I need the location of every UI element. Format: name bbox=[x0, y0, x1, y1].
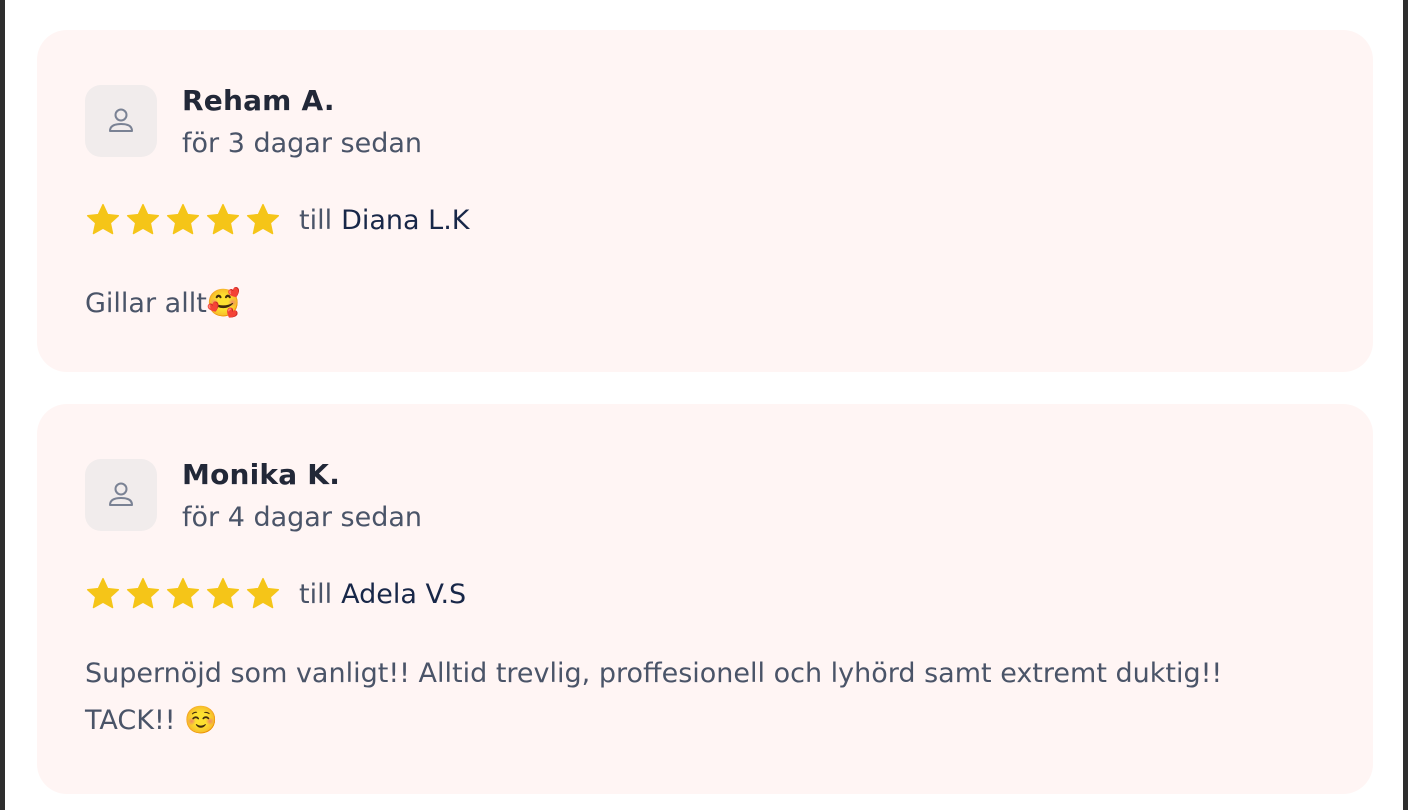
star-icon bbox=[165, 202, 201, 238]
user-icon bbox=[107, 480, 135, 510]
review-text: Gillar allt🥰 bbox=[85, 288, 241, 319]
avatar bbox=[85, 459, 157, 531]
star-icon bbox=[205, 576, 241, 612]
review-time: för 3 dagar sedan bbox=[182, 128, 422, 159]
star-icon bbox=[85, 202, 121, 238]
star-icon bbox=[165, 576, 201, 612]
reviewer-name: Reham A. bbox=[182, 84, 335, 117]
star-icon bbox=[245, 576, 281, 612]
staff-name: Diana L.K bbox=[341, 204, 470, 236]
star-icon bbox=[245, 202, 281, 238]
rating-row: till Diana L.K bbox=[85, 200, 470, 240]
star-rating bbox=[85, 202, 281, 238]
till-label: till bbox=[299, 204, 333, 236]
user-icon bbox=[107, 106, 135, 136]
star-icon bbox=[85, 576, 121, 612]
review-time: för 4 dagar sedan bbox=[182, 502, 422, 533]
star-icon bbox=[125, 202, 161, 238]
staff-name: Adela V.S bbox=[341, 578, 467, 610]
review-text: Supernöjd som vanligt!! Alltid trevlig, … bbox=[85, 658, 1223, 736]
review-card: Monika K. för 4 dagar sedan till Adela V… bbox=[37, 404, 1373, 794]
star-icon bbox=[205, 202, 241, 238]
avatar bbox=[85, 85, 157, 157]
star-rating bbox=[85, 576, 281, 612]
review-card: Reham A. för 3 dagar sedan till Diana L.… bbox=[37, 30, 1373, 372]
window-frame-left bbox=[0, 0, 5, 810]
reviewer-name: Monika K. bbox=[182, 458, 341, 491]
window-frame-right bbox=[1403, 0, 1408, 810]
rating-row: till Adela V.S bbox=[85, 574, 466, 614]
till-label: till bbox=[299, 578, 333, 610]
star-icon bbox=[125, 576, 161, 612]
